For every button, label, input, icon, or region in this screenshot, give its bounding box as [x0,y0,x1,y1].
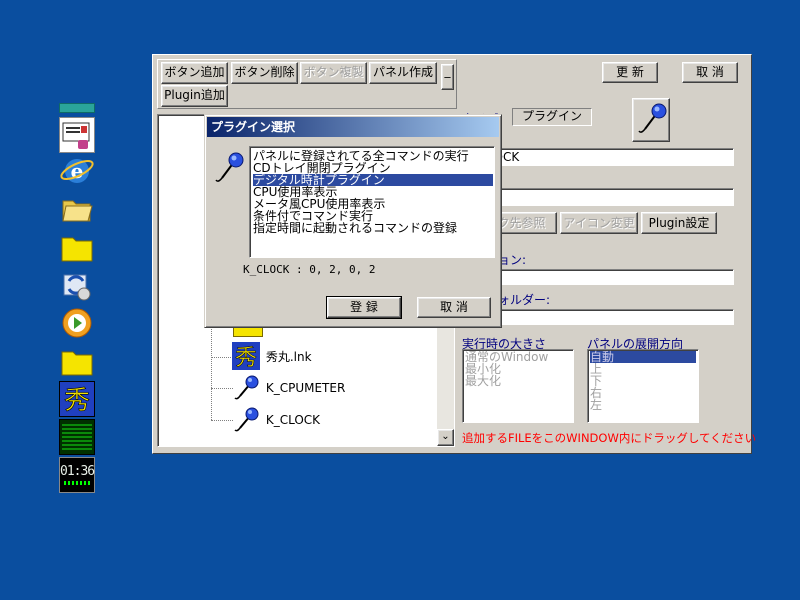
card-mail-icon[interactable] [59,117,95,153]
plugin-list[interactable]: パネルに登録されてる全コマンドの実行 CDトレイ開閉プラグイン デジタル時計プラ… [249,146,495,258]
tree-connector [211,325,212,420]
copy-button[interactable]: ボタン複製 [300,62,367,84]
folder-icon[interactable] [59,229,95,265]
plugin-add-button[interactable]: Plugin追加 [161,85,228,107]
media-player-icon[interactable] [59,305,95,341]
svg-text:秀: 秀 [235,346,257,370]
run-size-list[interactable]: 通常のWindow 最小化 最大化 [462,349,574,423]
plugin-settings-button[interactable]: Plugin設定 [641,212,717,234]
folder-icon[interactable] [59,343,95,379]
create-panel-button[interactable]: パネル作成 [369,62,437,84]
pin-plugin-icon [212,150,246,190]
list-item[interactable]: 左 [590,399,696,411]
digital-clock[interactable]: 01:36 [59,457,95,493]
list-item[interactable]: 右 [590,387,696,399]
add-button[interactable]: ボタン追加 [161,62,228,84]
pin-plugin-icon [232,374,260,402]
cancel-button[interactable]: 取 消 [682,62,738,83]
expand-direction-list[interactable]: 自動 上 下 右 左 [587,349,699,423]
tree-item[interactable]: 秀 秀丸.lnk [232,342,312,371]
hidemaru-icon[interactable]: 秀 [59,381,95,417]
clock-seconds-bar [64,481,90,485]
drop-hint: 追加するFILEをこのWINDOW内にドラッグしてください [462,431,757,445]
tree-connector [211,388,233,389]
tree-item-label: K_CPUMETER [265,381,346,395]
register-button[interactable]: 登 録 [326,296,402,319]
type-value: プラグイン [512,108,592,126]
tree-connector [211,357,233,358]
list-item[interactable]: 自動 [590,351,696,363]
tree-connector [211,420,233,421]
plugin-params: K_CLOCK : 0, 2, 0, 2 [243,263,376,276]
list-item[interactable]: 下 [590,375,696,387]
tree-item[interactable]: K_CPUMETER [232,374,345,402]
tree-item-label: 秀丸.lnk [265,349,312,364]
dialog-title[interactable]: プラグイン選択 [207,117,499,137]
name-field[interactable]: K_CLOCK [462,148,734,166]
list-item[interactable]: 上 [590,363,696,375]
tree-item-label: K_CLOCK [265,413,321,427]
list-item[interactable]: 指定時間に起動されるコマンドの登録 [253,222,457,234]
sync-icon[interactable] [59,267,95,303]
button-icon-preview[interactable] [632,98,670,142]
delete-button[interactable]: ボタン削除 [231,62,298,84]
clock-text: 01:36 [60,464,95,479]
pin-plugin-icon [232,406,260,434]
link-target-field[interactable] [462,188,734,206]
collapse-button[interactable]: _ [441,64,454,90]
icon-change-button[interactable]: アイコン変更 [560,212,638,234]
open-folder-icon[interactable] [59,191,95,227]
launcher-bar: e 秀 01:36 [58,103,96,495]
dialog-cancel-button[interactable]: 取 消 [417,297,491,318]
hidemaru-icon: 秀 [232,342,260,371]
list-item[interactable]: 最大化 [465,375,571,387]
scroll-down-arrow-icon[interactable]: ⌄ [437,429,454,446]
tree-item[interactable]: K_CLOCK [232,406,320,434]
cpu-meter-icon[interactable] [59,419,95,455]
work-folder-field[interactable] [462,309,734,325]
launcher-grip[interactable] [59,103,95,113]
svg-text:秀: 秀 [64,386,90,416]
internet-explorer-icon[interactable]: e [59,153,95,189]
update-button[interactable]: 更 新 [602,62,658,83]
option-field[interactable] [462,269,734,285]
